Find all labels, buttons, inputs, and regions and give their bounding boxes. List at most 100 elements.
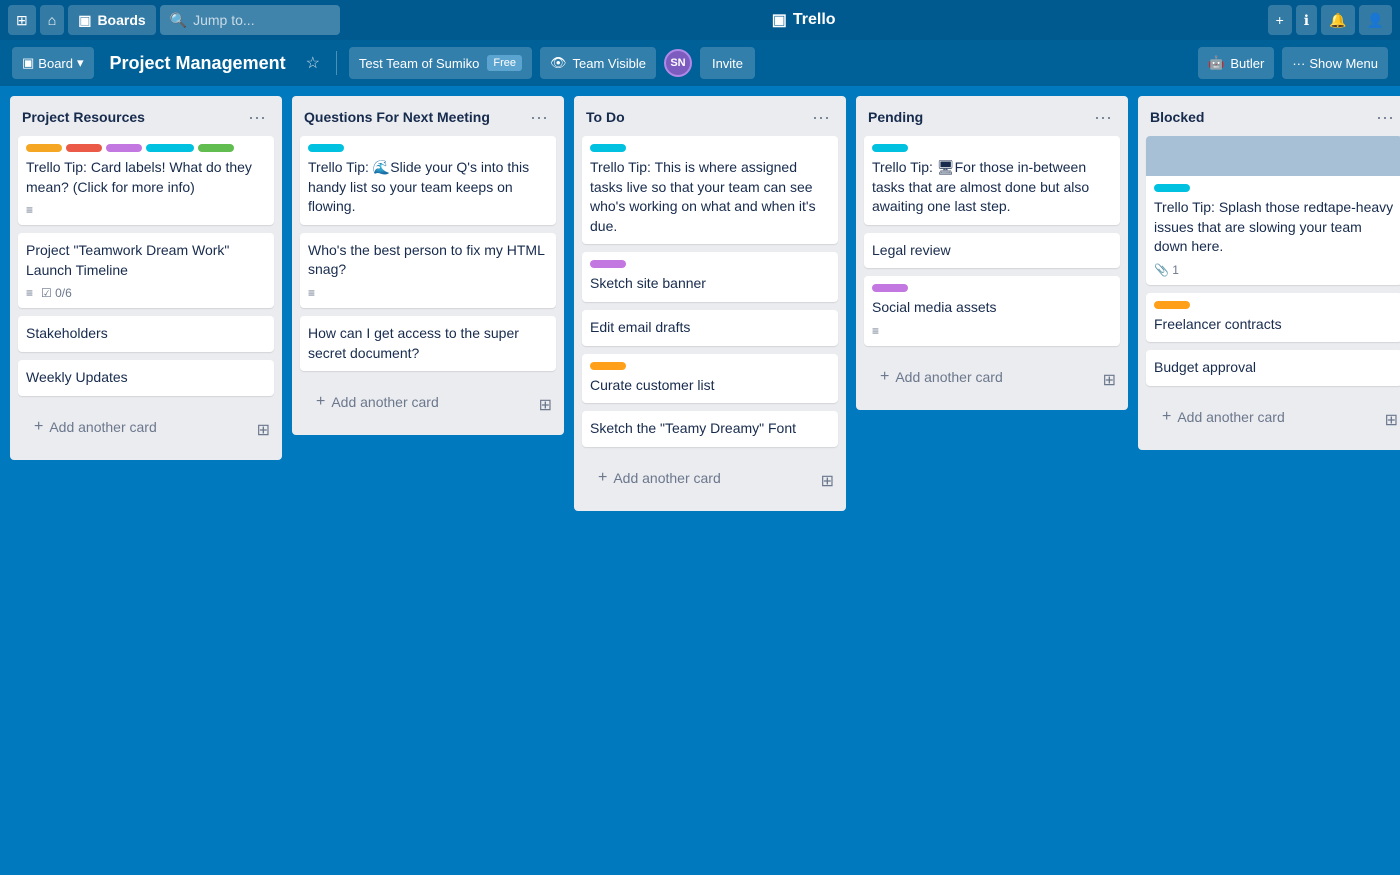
nav-right: + ℹ 🔔 👤 <box>1268 5 1392 35</box>
add-card-label: Add another card <box>49 419 156 435</box>
boards-button[interactable]: ▣ Boards <box>68 5 155 35</box>
card-template-button-questions-next-meeting[interactable]: ⊞ <box>535 391 556 419</box>
card-card-html[interactable]: Who's the best person to fix my HTML sna… <box>300 233 556 308</box>
card-card-secret[interactable]: How can I get access to the super secret… <box>300 316 556 371</box>
card-card-social[interactable]: Social media assets≡ <box>864 276 1120 346</box>
checklist-badge: ☑ 0/6 <box>41 286 72 300</box>
board-view-icon: ▣ <box>22 55 34 71</box>
list-to-do: To Do··· Trello Tip: This is where assign… <box>574 96 846 511</box>
add-card-row-questions-next-meeting: + Add another card⊞ <box>292 379 564 435</box>
add-card-label: Add another card <box>613 470 720 486</box>
butler-icon: 🤖 <box>1208 55 1224 71</box>
bell-icon: 🔔 <box>1329 12 1346 29</box>
star-button[interactable]: ☆ <box>302 49 324 77</box>
card-card-sketch-font[interactable]: Sketch the "Teamy Dreamy" Font <box>582 411 838 447</box>
label-yellow <box>26 144 62 152</box>
list-menu-button-to-do[interactable]: ··· <box>808 106 834 128</box>
card-labels <box>308 144 548 152</box>
app-title: Trello <box>793 11 836 29</box>
list-menu-button-pending[interactable]: ··· <box>1090 106 1116 128</box>
list-cards-questions-next-meeting: Trello Tip: 🌊Slide your Q's into this ha… <box>292 136 564 379</box>
home-button[interactable]: ⌂ <box>40 5 64 35</box>
card-card-stakeholders[interactable]: Stakeholders <box>18 316 274 352</box>
grid-apps-button[interactable]: ⊞ <box>8 5 36 35</box>
list-menu-button-blocked[interactable]: ··· <box>1372 106 1398 128</box>
card-card-email-drafts[interactable]: Edit email drafts <box>582 310 838 346</box>
invite-label: Invite <box>712 56 743 71</box>
notifications-button[interactable]: 🔔 <box>1321 5 1354 35</box>
board-name: Project Management <box>102 49 294 78</box>
card-text: Trello Tip: This is where assigned tasks… <box>590 159 816 234</box>
list-menu-button-questions-next-meeting[interactable]: ··· <box>526 106 552 128</box>
card-card-sketch-banner[interactable]: Sketch site banner <box>582 252 838 302</box>
card-text: Sketch the "Teamy Dreamy" Font <box>590 420 796 436</box>
add-card-row-pending: + Add another card⊞ <box>856 354 1128 410</box>
add-card-button-pending[interactable]: + Add another card <box>868 360 1095 394</box>
description-icon: ≡ <box>308 286 315 300</box>
show-menu-dots: ··· <box>1292 56 1305 71</box>
add-card-button-questions-next-meeting[interactable]: + Add another card <box>304 385 531 419</box>
card-labels <box>872 144 1112 152</box>
add-button[interactable]: + <box>1268 5 1292 35</box>
card-text: Trello Tip: Card labels! What do they me… <box>26 159 252 195</box>
card-card-tip-2[interactable]: Trello Tip: 🌊Slide your Q's into this ha… <box>300 136 556 225</box>
card-labels <box>1154 184 1394 192</box>
card-labels <box>590 144 830 152</box>
add-card-row-blocked: + Add another card⊞ <box>1138 394 1400 450</box>
card-text: Freelancer contracts <box>1154 316 1282 332</box>
card-template-button-pending[interactable]: ⊞ <box>1099 366 1120 394</box>
trello-logo-icon: ▣ <box>772 10 787 30</box>
list-header-to-do: To Do··· <box>574 96 846 136</box>
card-card-tip-3[interactable]: Trello Tip: This is where assigned tasks… <box>582 136 838 244</box>
invite-button[interactable]: Invite <box>700 47 755 79</box>
add-card-row-project-resources: + Add another card⊞ <box>10 404 282 460</box>
top-nav: ⊞ ⌂ ▣ Boards 🔍 ▣ Trello + ℹ 🔔 👤 <box>0 0 1400 40</box>
label-purple <box>872 284 908 292</box>
info-button[interactable]: ℹ <box>1296 5 1317 35</box>
card-text: Trello Tip: 🌊Slide your Q's into this ha… <box>308 159 529 214</box>
team-visible-button[interactable]: 👁 Team Visible <box>540 47 656 79</box>
card-card-teamwork[interactable]: Project "Teamwork Dream Work" Launch Tim… <box>18 233 274 308</box>
list-project-resources: Project Resources···Trello Tip: Card lab… <box>10 96 282 460</box>
label-orange <box>590 362 626 370</box>
avatar[interactable]: SN <box>664 49 692 77</box>
plus-icon: + <box>34 418 43 436</box>
card-template-button-blocked[interactable]: ⊞ <box>1381 406 1400 434</box>
label-red <box>66 144 102 152</box>
attachment-badge: 📎 1 <box>1154 263 1179 277</box>
show-menu-button[interactable]: ··· Show Menu <box>1282 47 1388 79</box>
profile-button[interactable]: 👤 <box>1359 5 1392 35</box>
profile-icon: 👤 <box>1367 12 1384 29</box>
board-header: ▣ Board ▾ Project Management ☆ Test Team… <box>0 40 1400 86</box>
card-card-budget[interactable]: Budget approval <box>1146 350 1400 386</box>
add-card-button-blocked[interactable]: + Add another card <box>1150 400 1377 434</box>
search-input[interactable] <box>193 12 323 28</box>
card-card-legal[interactable]: Legal review <box>864 233 1120 269</box>
card-card-tip-4[interactable]: Trello Tip: 🖥For those in-between tasks … <box>864 136 1120 225</box>
label-cyan <box>1154 184 1190 192</box>
info-icon: ℹ <box>1304 12 1309 29</box>
card-card-tip-1[interactable]: Trello Tip: Card labels! What do they me… <box>18 136 274 225</box>
card-template-button-to-do[interactable]: ⊞ <box>817 467 838 495</box>
card-card-freelancer[interactable]: Freelancer contracts <box>1146 293 1400 343</box>
board-view-button[interactable]: ▣ Board ▾ <box>12 47 94 79</box>
label-orange <box>1154 301 1190 309</box>
team-name-button[interactable]: Test Team of Sumiko Free <box>349 47 532 79</box>
card-meta: ≡ <box>872 324 1112 338</box>
card-card-weekly[interactable]: Weekly Updates <box>18 360 274 396</box>
list-pending: Pending···Trello Tip: 🖥For those in-betw… <box>856 96 1128 410</box>
card-card-cover[interactable]: Trello Tip: Splash those redtape-heavy i… <box>1146 136 1400 285</box>
card-meta: 📎 1 <box>1154 263 1394 277</box>
grid-icon: ⊞ <box>16 12 28 29</box>
add-card-button-project-resources[interactable]: + Add another card <box>22 410 249 444</box>
card-template-button-project-resources[interactable]: ⊞ <box>253 416 274 444</box>
card-text: Sketch site banner <box>590 275 706 291</box>
butler-button[interactable]: 🤖 Butler <box>1198 47 1274 79</box>
label-purple <box>106 144 142 152</box>
divider-1 <box>336 51 337 75</box>
add-card-label: Add another card <box>1177 409 1284 425</box>
card-card-customer-list[interactable]: Curate customer list <box>582 354 838 404</box>
add-card-button-to-do[interactable]: + Add another card <box>586 461 813 495</box>
team-badge: Free <box>487 55 522 71</box>
list-menu-button-project-resources[interactable]: ··· <box>244 106 270 128</box>
